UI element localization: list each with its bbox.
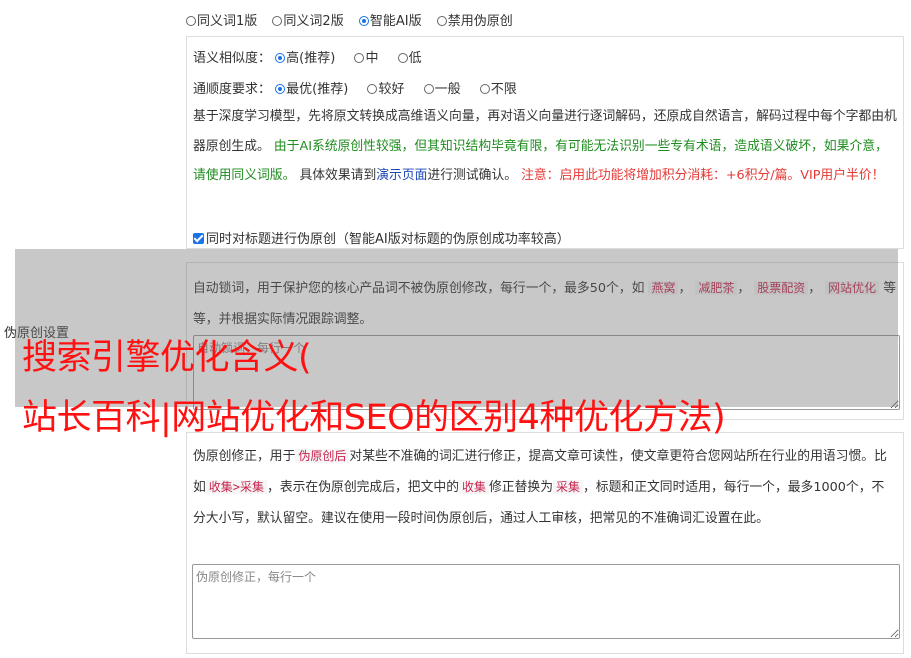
option-label: 较好 [378, 82, 405, 97]
correct-desc-text: 修正替换为 [489, 480, 553, 495]
title-rewrite-label: 同时对标题进行伪原创（智能AI版对标题的伪原创成功率较高） [206, 232, 570, 247]
radio-icon[interactable] [186, 16, 196, 26]
fluency-option-good[interactable]: 较好 [367, 78, 404, 97]
option-label: 一般 [434, 82, 461, 97]
radio-icon[interactable] [479, 84, 490, 94]
banner-title-line1: 搜索引擎优化含义( [22, 338, 312, 378]
option-label: 同义词2版 [283, 14, 344, 29]
title-rewrite-checkbox-row[interactable]: 同时对标题进行伪原创（智能AI版对标题的伪原创成功率较高） [193, 228, 570, 247]
demo-page-link[interactable]: 演示页面 [376, 168, 427, 183]
ai-desc-text: 进行测试确认。 [427, 168, 517, 183]
option-label: 中 [365, 51, 379, 66]
banner-title-line2: 站长百科|网站优化和SEO的区别4种优化方法) [22, 398, 726, 438]
similarity-label: 语义相似度： [193, 51, 272, 66]
example-tag: 采集 [552, 480, 583, 494]
similarity-option-high[interactable]: 高(推荐) [275, 47, 335, 66]
ai-settings-panel: 语义相似度： 高(推荐) 中 低 通顺度要求： 最优(推荐) 较好 一般 不限 … [186, 36, 904, 249]
correct-desc-text: ，表示在伪原创完成后，把文中的 [267, 480, 459, 495]
radio-icon[interactable] [354, 53, 365, 63]
version-option-disable[interactable]: 禁用伪原创 [436, 10, 513, 29]
radio-selected-icon[interactable] [358, 16, 369, 26]
version-option-synonym1[interactable]: 同义词1版 [186, 10, 257, 29]
example-tag: 伪原创后 [295, 449, 350, 463]
radio-icon[interactable] [423, 84, 434, 94]
ai-desc-cost-notice: 注意：启用此功能将增加积分消耗：+6积分/篇。VIP用户半价！ [521, 168, 885, 183]
radio-selected-icon[interactable] [275, 84, 286, 94]
example-tag: 收集>采集 [205, 480, 268, 494]
ai-desc-text: 具体效果请到 [299, 168, 377, 183]
option-label: 高(推荐) [286, 51, 336, 66]
option-label: 同义词1版 [197, 14, 258, 29]
similarity-option-medium[interactable]: 中 [354, 47, 378, 66]
option-label: 智能AI版 [369, 14, 422, 29]
fluency-option-normal[interactable]: 一般 [423, 78, 461, 97]
correction-input[interactable] [192, 564, 900, 639]
radio-icon[interactable] [397, 53, 408, 63]
radio-icon[interactable] [436, 16, 447, 26]
radio-icon[interactable] [272, 16, 283, 26]
version-option-synonym2[interactable]: 同义词2版 [272, 10, 344, 29]
correction-panel: 伪原创修正，用于 伪原创后 对某些不准确的词汇进行修正，提高文章可读性，使文章更符合… [186, 432, 904, 654]
similarity-row: 语义相似度： 高(推荐) 中 低 [193, 47, 433, 66]
fluency-label: 通顺度要求： [193, 82, 272, 97]
correct-desc-text: 伪原创修正，用于 [193, 449, 296, 464]
option-label: 禁用伪原创 [447, 14, 513, 29]
example-tag: 收集 [458, 480, 489, 494]
option-label: 不限 [490, 82, 517, 97]
correction-description: 伪原创修正，用于 伪原创后 对某些不准确的词汇进行修正，提高文章可读性，使文章更符合… [193, 441, 897, 534]
option-label: 最优(推荐) [286, 82, 349, 97]
similarity-option-low[interactable]: 低 [397, 47, 422, 66]
version-option-ai[interactable]: 智能AI版 [358, 10, 422, 29]
version-radio-group: 同义词1版 同义词2版 智能AI版 禁用伪原创 [186, 10, 524, 29]
fluency-option-any[interactable]: 不限 [479, 78, 517, 97]
gray-overlay [15, 249, 898, 407]
radio-selected-icon[interactable] [275, 53, 286, 63]
fluency-row: 通顺度要求： 最优(推荐) 较好 一般 不限 [193, 78, 528, 97]
option-label: 低 [408, 51, 422, 66]
ai-description: 基于深度学习模型，先将原文转换成高维语义向量，再对语义向量进行逐词解码，还原成自… [193, 102, 897, 191]
fluency-option-best[interactable]: 最优(推荐) [275, 78, 348, 97]
checkbox-checked-icon[interactable] [193, 233, 204, 244]
radio-icon[interactable] [367, 84, 378, 94]
